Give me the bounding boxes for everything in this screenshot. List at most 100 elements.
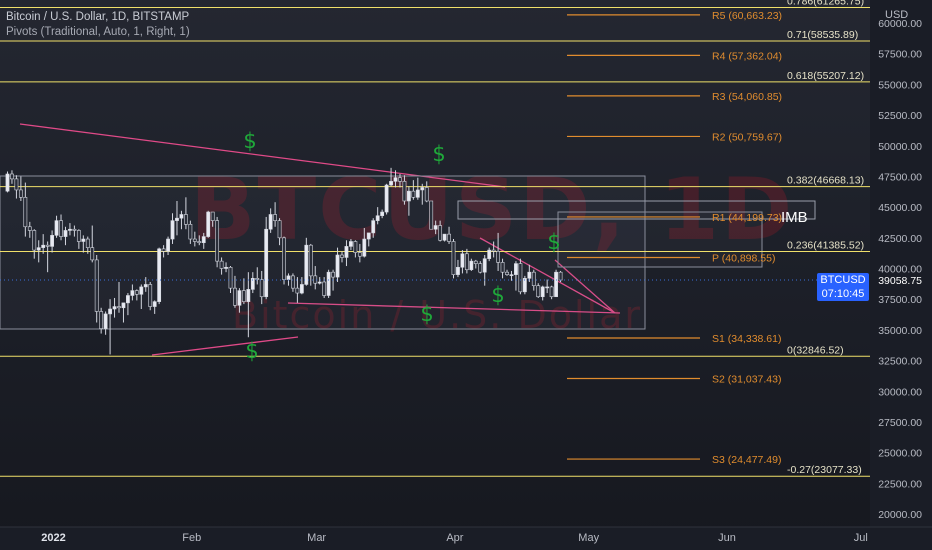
time-tick-label: Apr bbox=[446, 532, 463, 544]
candle-body-up bbox=[166, 238, 170, 252]
symbol-title[interactable]: Bitcoin / U.S. Dollar, 1D, BITSTAMP bbox=[6, 10, 190, 25]
candle-body-down bbox=[357, 252, 362, 257]
candle-body-down bbox=[18, 189, 23, 198]
candle-body-up bbox=[514, 263, 518, 275]
candle-body-down bbox=[500, 262, 505, 273]
candle-body-down bbox=[531, 271, 536, 286]
chart-pane[interactable]: BTCUSD, 1D Bitcoin / U.S. Dollar 0.786(6… bbox=[0, 0, 932, 550]
candle-body-up bbox=[68, 228, 72, 231]
candle-body-up bbox=[326, 271, 331, 296]
candle-body-down bbox=[255, 278, 260, 280]
currency-label[interactable]: USD bbox=[885, 9, 908, 21]
candle-body-down bbox=[99, 311, 104, 329]
last-price-tag: BTCUSD 07:10:45 bbox=[817, 273, 869, 301]
candle-body-down bbox=[322, 281, 327, 296]
candle-body-up bbox=[527, 271, 532, 279]
candle-body-up bbox=[50, 235, 55, 247]
candle-body-up bbox=[126, 295, 130, 304]
pivot-level-label: R4 (57,362.04) bbox=[712, 50, 782, 62]
candle-body-down bbox=[478, 263, 483, 273]
candle-body-up bbox=[157, 248, 162, 302]
candle-body-down bbox=[188, 224, 193, 240]
candle-body-up bbox=[108, 308, 112, 315]
pivot-level-label: R2 (50,759.67) bbox=[712, 131, 782, 143]
candle bbox=[304, 237, 309, 286]
candle-body-up bbox=[268, 214, 273, 230]
fib-level-label: 0.382(46668.13) bbox=[787, 175, 864, 187]
candle bbox=[522, 275, 527, 295]
candle-body-up bbox=[179, 214, 184, 219]
candle-body-up bbox=[487, 249, 492, 259]
candle-body-down bbox=[184, 214, 188, 225]
price-tick-label: 47500.00 bbox=[878, 171, 922, 183]
candle-body-up bbox=[264, 228, 269, 298]
fib-level-label: 0(32846.52) bbox=[787, 344, 844, 356]
candle-body-up bbox=[121, 302, 126, 309]
pivot-level-label: S3 (24,477.49) bbox=[712, 454, 781, 466]
candle-body-up bbox=[112, 306, 117, 310]
candle bbox=[554, 269, 558, 298]
candle-body-up bbox=[389, 181, 393, 186]
candle-body-down bbox=[447, 233, 451, 242]
last-price-countdown: 07:10:45 bbox=[821, 288, 865, 300]
candle-body-down bbox=[295, 287, 300, 294]
chart-legend: Bitcoin / U.S. Dollar, 1D, BITSTAMP Pivo… bbox=[6, 10, 190, 40]
candle bbox=[536, 283, 541, 298]
candle-body-up bbox=[540, 286, 545, 298]
candle-body-down bbox=[32, 230, 37, 251]
candle-body-down bbox=[59, 220, 63, 237]
candle-body-down bbox=[331, 271, 335, 278]
candle-body-down bbox=[340, 254, 344, 258]
time-axis-background bbox=[0, 527, 932, 550]
imb-label: IMB bbox=[781, 209, 808, 226]
candle-body-up bbox=[206, 211, 211, 237]
candle-body-down bbox=[215, 220, 220, 262]
dollar-sign-marker: $ bbox=[547, 230, 560, 254]
candle-body-down bbox=[496, 251, 501, 263]
candle-body-up bbox=[362, 238, 367, 257]
candle-body-up bbox=[482, 258, 487, 273]
candle-body-up bbox=[36, 247, 41, 251]
pivot-level-label: S1 (34,338.61) bbox=[712, 333, 781, 345]
candle bbox=[326, 269, 331, 298]
price-chart[interactable]: 0.786(61265.75) 0.71(58535.89) 0.618(55207… bbox=[0, 0, 932, 550]
candle-body-up bbox=[170, 220, 175, 240]
candle-body-down bbox=[429, 200, 434, 230]
candle-body-up bbox=[380, 211, 385, 217]
candle bbox=[384, 183, 389, 215]
candle-body-up bbox=[349, 241, 353, 247]
time-tick-label: Feb bbox=[182, 532, 201, 544]
candle-body-down bbox=[27, 226, 32, 231]
candle-body-up bbox=[384, 184, 389, 213]
candle-body-up bbox=[456, 266, 460, 275]
candle-body-up bbox=[143, 284, 148, 288]
candle bbox=[451, 239, 456, 279]
candle-body-up bbox=[366, 232, 371, 240]
candle-body-down bbox=[76, 230, 81, 242]
candle-body-down bbox=[424, 187, 429, 202]
time-tick-label: Jun bbox=[718, 532, 736, 544]
candle-body-up bbox=[54, 220, 59, 236]
pivots-indicator-title[interactable]: Pivots (Traditional, Auto, 1, Right, 1) bbox=[6, 25, 190, 40]
candle bbox=[157, 247, 162, 305]
candle-body-up bbox=[406, 190, 411, 202]
fib-level-label: 0.786(61265.75) bbox=[787, 0, 864, 7]
pivot-level-label: R1 (44,199.73) bbox=[712, 212, 782, 224]
candle-body-down bbox=[505, 271, 509, 275]
fib-level-label: 0.71(58535.89) bbox=[787, 29, 858, 41]
candle-body-up bbox=[460, 253, 465, 268]
dollar-sign-marker: $ bbox=[432, 142, 445, 166]
candle-body-down bbox=[558, 271, 563, 281]
dollar-sign-marker: $ bbox=[243, 129, 256, 153]
candle-body-up bbox=[433, 225, 438, 230]
candle-body-down bbox=[72, 228, 77, 231]
candle-body-down bbox=[273, 214, 278, 221]
price-tick-label: 32500.00 bbox=[878, 356, 922, 368]
candle-body-down bbox=[192, 238, 197, 242]
price-tick-label: 45000.00 bbox=[878, 202, 922, 214]
price-tick-label: 20000.00 bbox=[878, 509, 922, 521]
candle-body-down bbox=[23, 197, 28, 228]
candle-body-up bbox=[371, 220, 376, 234]
candle-body-up bbox=[139, 286, 144, 295]
price-axis: 62500.0060000.0057500.0055000.0052500.00… bbox=[870, 0, 932, 527]
